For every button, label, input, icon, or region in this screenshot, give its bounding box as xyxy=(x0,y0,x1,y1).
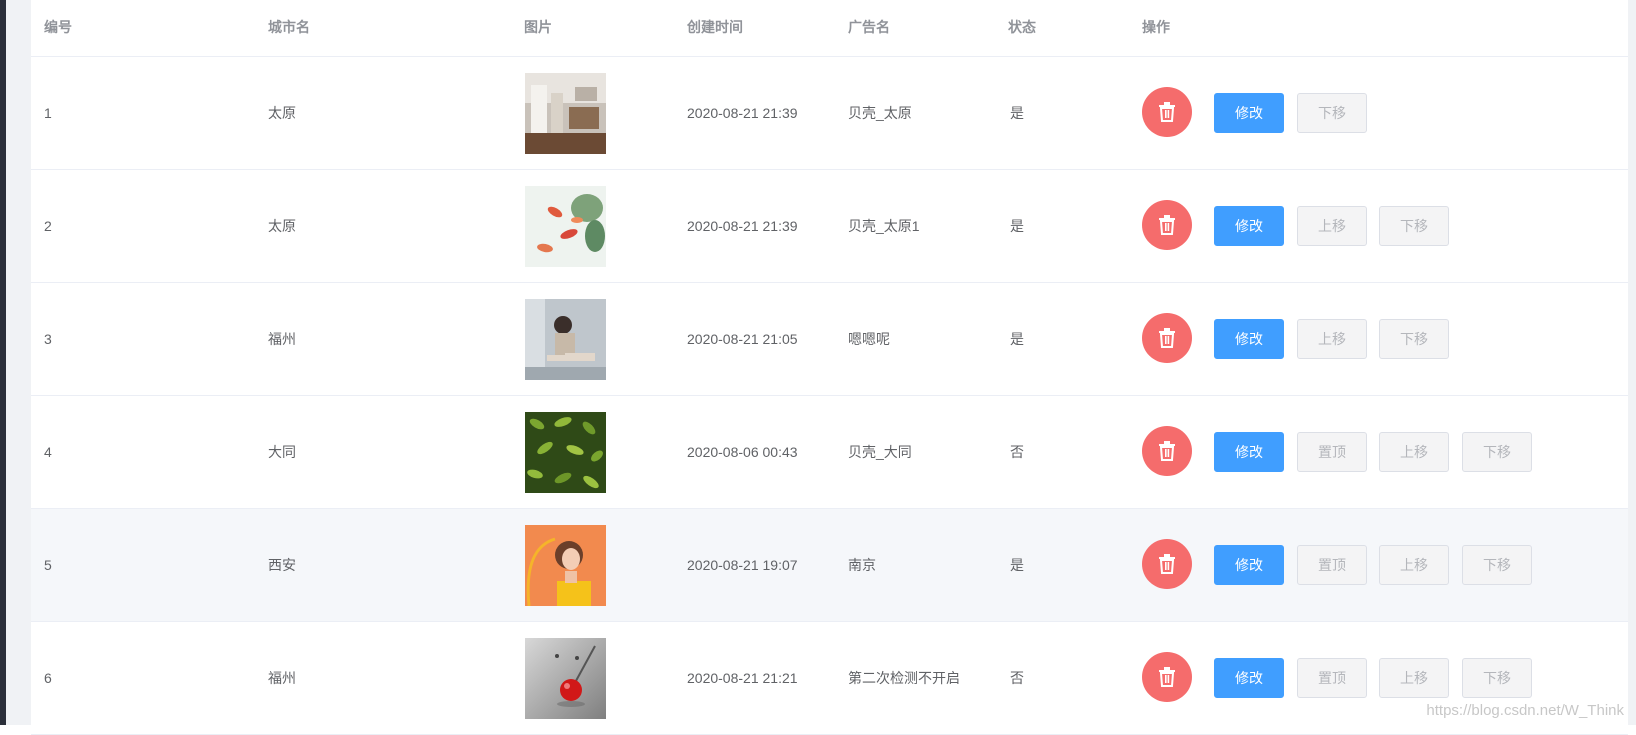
cell-city: 福州 xyxy=(268,283,296,395)
edit-button[interactable]: 修改 xyxy=(1214,545,1284,585)
cell-ad-name: 贝壳_大同 xyxy=(848,396,912,508)
scrollbar-track[interactable] xyxy=(1628,0,1636,725)
table-row: 3 福州 2020-08-21 21:05 嗯嗯呢 是 修改上移下移 xyxy=(31,283,1628,396)
delete-button[interactable] xyxy=(1142,87,1192,137)
delete-button[interactable] xyxy=(1142,200,1192,250)
watermark: https://blog.csdn.net/W_Think xyxy=(1426,702,1624,719)
table-row: 5 西安 2020-08-21 19:07 南京 是 修改置顶上移下移 xyxy=(31,509,1628,622)
header-id: 编号 xyxy=(44,0,72,56)
move-up-button[interactable]: 上移 xyxy=(1379,658,1449,698)
header-status: 状态 xyxy=(1008,0,1036,56)
cell-city: 西安 xyxy=(268,509,296,621)
edit-button[interactable]: 修改 xyxy=(1214,93,1284,133)
delete-button[interactable] xyxy=(1142,652,1192,702)
cell-id: 6 xyxy=(44,622,52,734)
ad-image-thumbnail[interactable] xyxy=(525,186,606,267)
header-created: 创建时间 xyxy=(687,0,743,56)
cell-ad-name: 南京 xyxy=(848,509,876,621)
cell-city: 福州 xyxy=(268,622,296,734)
cell-created-time: 2020-08-06 00:43 xyxy=(687,396,798,508)
cell-id: 4 xyxy=(44,396,52,508)
ad-table: 编号 城市名 图片 创建时间 广告名 状态 操作 1 太原 2020-08-21 2… xyxy=(31,0,1628,725)
delete-button[interactable] xyxy=(1142,313,1192,363)
ad-image-thumbnail[interactable] xyxy=(525,299,606,380)
edit-button[interactable]: 修改 xyxy=(1214,432,1284,472)
delete-button[interactable] xyxy=(1142,539,1192,589)
table-row: 6 福州 2020-08-21 21:21 第二次检测不开启否 修改置顶上移下移 xyxy=(31,622,1628,735)
cell-id: 3 xyxy=(44,283,52,395)
cell-status: 是 xyxy=(1010,170,1024,282)
header-ad-name: 广告名 xyxy=(848,0,890,56)
table-row: 1 太原 2020-08-21 21:39 贝壳_太原 是 修改下移 xyxy=(31,57,1628,170)
cell-status: 是 xyxy=(1010,283,1024,395)
cell-ad-name: 贝壳_太原1 xyxy=(848,170,920,282)
cell-city: 太原 xyxy=(268,57,296,169)
move-down-button[interactable]: 下移 xyxy=(1379,319,1449,359)
move-up-button[interactable]: 上移 xyxy=(1379,545,1449,585)
edit-button[interactable]: 修改 xyxy=(1214,319,1284,359)
cell-created-time: 2020-08-21 21:39 xyxy=(687,57,798,169)
cell-status: 是 xyxy=(1010,57,1024,169)
cell-status: 否 xyxy=(1010,396,1024,508)
move-down-button[interactable]: 下移 xyxy=(1297,93,1367,133)
ad-image-thumbnail[interactable] xyxy=(525,73,606,154)
cell-city: 太原 xyxy=(268,170,296,282)
move-down-button[interactable]: 下移 xyxy=(1379,206,1449,246)
cell-ad-name: 第二次检测不开启 xyxy=(848,622,960,734)
table-header: 编号 城市名 图片 创建时间 广告名 状态 操作 xyxy=(31,0,1628,57)
cell-created-time: 2020-08-21 21:39 xyxy=(687,170,798,282)
move-down-button[interactable]: 下移 xyxy=(1462,432,1532,472)
page-gutter xyxy=(6,0,31,725)
pin-top-button[interactable]: 置顶 xyxy=(1297,658,1367,698)
move-up-button[interactable]: 上移 xyxy=(1297,319,1367,359)
edit-button[interactable]: 修改 xyxy=(1214,658,1284,698)
header-city: 城市名 xyxy=(268,0,310,56)
move-up-button[interactable]: 上移 xyxy=(1379,432,1449,472)
header-image: 图片 xyxy=(524,0,552,56)
edit-button[interactable]: 修改 xyxy=(1214,206,1284,246)
ad-image-thumbnail[interactable] xyxy=(525,638,606,719)
cell-id: 5 xyxy=(44,509,52,621)
header-actions: 操作 xyxy=(1142,0,1170,56)
move-down-button[interactable]: 下移 xyxy=(1462,658,1532,698)
cell-id: 1 xyxy=(44,57,52,169)
cell-created-time: 2020-08-21 19:07 xyxy=(687,509,798,621)
cell-created-time: 2020-08-21 21:05 xyxy=(687,283,798,395)
table-row: 2 太原 2020-08-21 21:39 贝壳_太原1 是 修改上移下移 xyxy=(31,170,1628,283)
ad-image-thumbnail[interactable] xyxy=(525,412,606,493)
table-row: 4 大同 2020-08-06 00:43 贝壳_大同 否 修改置顶上移下移 xyxy=(31,396,1628,509)
cell-ad-name: 嗯嗯呢 xyxy=(848,283,890,395)
move-up-button[interactable]: 上移 xyxy=(1297,206,1367,246)
cell-status: 否 xyxy=(1010,622,1024,734)
move-down-button[interactable]: 下移 xyxy=(1462,545,1532,585)
pin-top-button[interactable]: 置顶 xyxy=(1297,545,1367,585)
table-body: 1太原2020-08-21 21:39贝壳_太原是修改下移2太原2020-08-… xyxy=(31,57,1628,735)
delete-button[interactable] xyxy=(1142,426,1192,476)
cell-created-time: 2020-08-21 21:21 xyxy=(687,622,798,734)
cell-id: 2 xyxy=(44,170,52,282)
cell-city: 大同 xyxy=(268,396,296,508)
cell-status: 是 xyxy=(1010,509,1024,621)
cell-ad-name: 贝壳_太原 xyxy=(848,57,912,169)
ad-image-thumbnail[interactable] xyxy=(525,525,606,606)
pin-top-button[interactable]: 置顶 xyxy=(1297,432,1367,472)
